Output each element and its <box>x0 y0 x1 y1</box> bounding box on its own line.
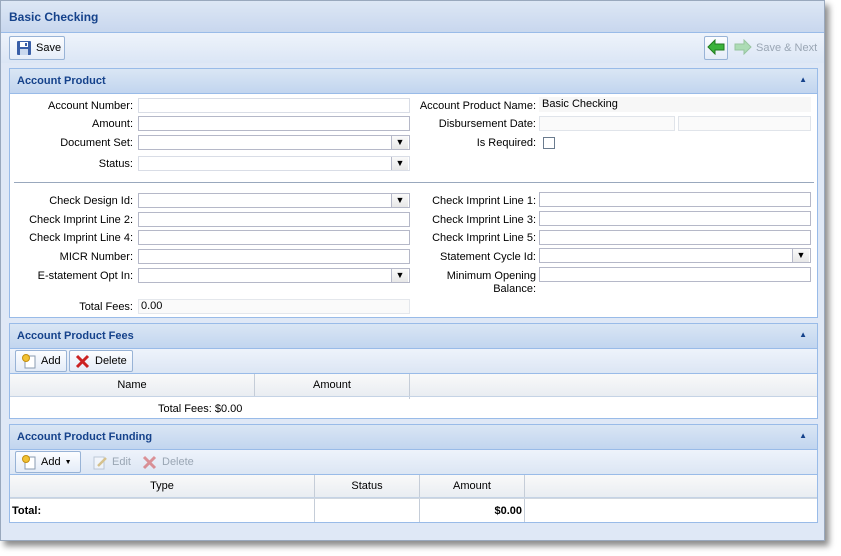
main-window: Basic Checking Save Save & Next Account … <box>0 0 825 541</box>
main-toolbar: Save Save & Next <box>1 33 824 63</box>
fees-total-summary: Total Fees: $0.00 <box>158 403 243 415</box>
add-document-icon <box>21 454 37 470</box>
red-x-icon <box>142 454 158 470</box>
estatement-opt-in-label: E-statement Opt In: <box>37 270 133 282</box>
funding-toolbar: Add ▼ Edit Delete <box>10 450 817 475</box>
window-title: Basic Checking <box>9 10 99 24</box>
save-button[interactable]: Save <box>9 36 65 60</box>
check-imprint-line-4-label: Check Imprint Line 4: <box>29 232 133 244</box>
account-number-field[interactable] <box>138 98 410 113</box>
is-required-label: Is Required: <box>476 137 536 149</box>
green-next-arrow-icon <box>734 38 752 58</box>
account-number-label: Account Number: <box>48 100 133 112</box>
minimum-opening-balance-field[interactable] <box>539 267 811 282</box>
floppy-disk-icon <box>16 40 32 56</box>
account-product-funding-panel: Account Product Funding ▲ Add ▼ Edit Del… <box>9 424 818 523</box>
check-imprint-line-3-label: Check Imprint Line 3: <box>432 214 536 226</box>
funding-total-amount: $0.00 <box>494 505 522 517</box>
statement-cycle-id-label: Statement Cycle Id: <box>440 251 536 263</box>
account-product-fees-panel: Account Product Fees ▲ Add Delete Name A… <box>9 323 818 419</box>
save-button-label: Save <box>36 42 62 54</box>
check-design-id-select[interactable]: ▼ <box>138 193 410 208</box>
check-imprint-line-1-field[interactable] <box>539 192 811 207</box>
collapse-icon[interactable]: ▲ <box>799 75 807 84</box>
check-imprint-line-4-field[interactable] <box>138 230 410 245</box>
account-product-name-label: Account Product Name: <box>419 100 536 112</box>
chevron-down-icon: ▼ <box>64 458 72 466</box>
funding-header[interactable]: Account Product Funding ▲ <box>10 425 817 450</box>
funding-title: Account Product Funding <box>17 431 153 443</box>
check-imprint-line-5-field[interactable] <box>539 230 811 245</box>
check-imprint-line-5-label: Check Imprint Line 5: <box>432 232 536 244</box>
fees-column-amount[interactable]: Amount <box>255 374 410 396</box>
green-back-arrow-icon <box>707 38 725 58</box>
chevron-down-icon[interactable]: ▼ <box>792 249 809 262</box>
funding-add-button[interactable]: Add ▼ <box>15 451 81 473</box>
funding-column-status[interactable]: Status <box>315 475 420 497</box>
funding-edit-label: Edit <box>112 456 131 468</box>
account-product-title: Account Product <box>17 75 106 87</box>
document-set-label: Document Set: <box>60 137 133 149</box>
funding-add-label: Add <box>41 456 61 468</box>
chevron-down-icon[interactable]: ▼ <box>391 269 408 282</box>
funding-delete-label: Delete <box>162 456 194 468</box>
fees-delete-button[interactable]: Delete <box>69 350 133 372</box>
funding-delete-button[interactable]: Delete <box>137 451 201 473</box>
check-imprint-line-2-label: Check Imprint Line 2: <box>29 214 133 226</box>
edit-pencil-icon <box>92 454 108 470</box>
fees-grid-header: Name Amount <box>10 374 817 397</box>
is-required-checkbox[interactable] <box>543 137 555 149</box>
fees-add-button[interactable]: Add <box>15 350 67 372</box>
section-divider <box>14 182 814 183</box>
amount-field[interactable] <box>138 116 410 131</box>
fees-toolbar: Add Delete <box>10 349 817 374</box>
chevron-down-icon[interactable]: ▼ <box>391 136 408 149</box>
amount-label: Amount: <box>92 118 133 130</box>
back-button[interactable] <box>704 36 728 60</box>
add-document-icon <box>21 353 37 369</box>
total-fees-field: 0.00 <box>138 299 410 314</box>
save-next-button[interactable]: Save & Next <box>731 36 819 60</box>
disbursement-date-label: Disbursement Date: <box>438 118 536 130</box>
total-fees-label: Total Fees: <box>79 301 133 313</box>
fees-column-name[interactable]: Name <box>10 374 255 396</box>
check-imprint-line-1-label: Check Imprint Line 1: <box>432 195 536 207</box>
fees-add-label: Add <box>41 355 61 367</box>
funding-column-amount[interactable]: Amount <box>420 475 525 497</box>
account-product-panel: Account Product ▲ Account Number: Amount… <box>9 68 818 318</box>
chevron-down-icon[interactable]: ▼ <box>391 157 408 170</box>
check-design-id-label: Check Design Id: <box>49 195 133 207</box>
fees-header[interactable]: Account Product Fees ▲ <box>10 324 817 349</box>
fees-grid-line <box>409 397 410 399</box>
check-imprint-line-3-field[interactable] <box>539 211 811 226</box>
funding-edit-button[interactable]: Edit <box>87 451 132 473</box>
save-next-label: Save & Next <box>756 42 818 54</box>
micr-number-field[interactable] <box>138 249 410 264</box>
check-imprint-line-2-field[interactable] <box>138 212 410 227</box>
red-x-icon <box>75 353 91 369</box>
chevron-down-icon[interactable]: ▼ <box>391 194 408 207</box>
collapse-icon[interactable]: ▲ <box>799 330 807 339</box>
status-select[interactable]: ▼ <box>138 156 410 171</box>
funding-column-type[interactable]: Type <box>10 475 315 497</box>
collapse-icon[interactable]: ▲ <box>799 431 807 440</box>
disbursement-time-field[interactable] <box>678 116 811 131</box>
disbursement-date-field[interactable] <box>539 116 675 131</box>
account-product-name-field: Basic Checking <box>539 97 811 112</box>
estatement-opt-in-select[interactable]: ▼ <box>138 268 410 283</box>
funding-total-label: Total: <box>12 505 42 517</box>
funding-grid-header: Type Status Amount <box>10 475 817 498</box>
funding-total-row: Total: $0.00 <box>10 498 817 523</box>
micr-number-label: MICR Number: <box>59 251 133 263</box>
minimum-opening-balance-label: Minimum Opening Balance: <box>446 270 536 295</box>
fees-delete-label: Delete <box>95 355 127 367</box>
statement-cycle-id-select[interactable]: ▼ <box>539 248 811 263</box>
window-titlebar: Basic Checking <box>1 1 824 33</box>
status-label: Status: <box>98 158 133 170</box>
account-product-header[interactable]: Account Product ▲ <box>10 69 817 94</box>
fees-title: Account Product Fees <box>17 330 134 342</box>
document-set-select[interactable]: ▼ <box>138 135 410 150</box>
